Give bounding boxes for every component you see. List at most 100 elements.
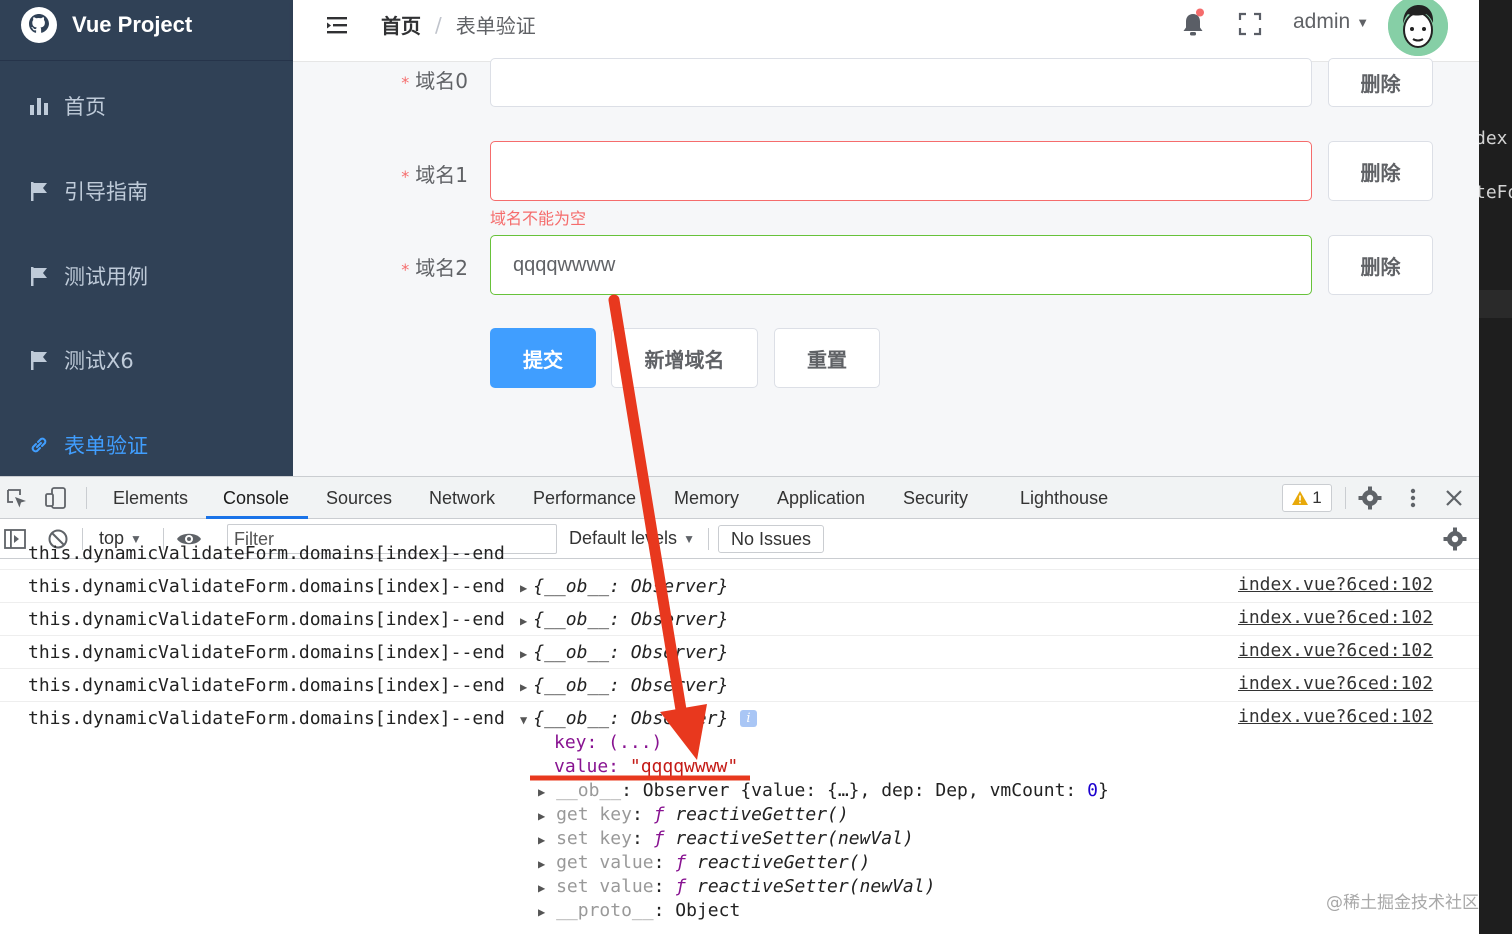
tab-sources[interactable]: Sources (326, 477, 392, 519)
expand-triangle-icon: ▶ (538, 785, 546, 799)
domain1-error-message: 域名不能为空 (490, 209, 587, 228)
device-toolbar-icon[interactable] (44, 486, 68, 510)
log-message: this.dynamicValidateForm.domains[index]-… (28, 576, 505, 597)
submit-button[interactable]: 提交 (490, 328, 596, 388)
editor-line-highlight (1479, 290, 1512, 318)
more-options-icon[interactable] (1403, 487, 1423, 509)
console-row-expanded[interactable]: this.dynamicValidateForm.domains[index]-… (0, 702, 1479, 934)
log-object-preview: {__ob__: Observer} (533, 708, 729, 729)
tab-application[interactable]: Application (777, 477, 865, 519)
tab-elements[interactable]: Elements (113, 477, 188, 519)
settings-gear-icon[interactable] (1358, 486, 1382, 510)
delete-domain1-button[interactable]: 删除 (1328, 141, 1433, 201)
proto-value: : Object (653, 900, 741, 921)
log-source-link[interactable]: index.vue?6ced:102 (1238, 640, 1433, 661)
username: admin (1293, 10, 1351, 33)
info-icon[interactable]: i (740, 710, 757, 727)
tab-memory[interactable]: Memory (674, 477, 739, 519)
delete-domain2-button[interactable]: 删除 (1328, 235, 1433, 295)
expand-triangle-icon: ▶ (538, 905, 546, 919)
sidebar-item-form-validation[interactable]: 表单验证 (28, 425, 148, 465)
warning-icon (1292, 491, 1309, 505)
expand-triangle-icon: ▶ (538, 833, 546, 847)
tab-lighthouse[interactable]: Lighthouse (1020, 477, 1108, 519)
log-source-link[interactable]: index.vue?6ced:102 (1238, 706, 1433, 727)
log-object[interactable]: ▶ {__ob__: Observer} (520, 609, 728, 630)
expand-triangle-icon: ▶ (538, 809, 546, 823)
fullscreen-icon[interactable] (1238, 12, 1262, 36)
function-glyph: ƒ (653, 828, 665, 849)
log-object[interactable]: ▼ {__ob__: Observer} (520, 708, 728, 729)
getter-key: get key (556, 804, 632, 825)
delete-domain0-button[interactable]: 删除 (1328, 58, 1433, 107)
getter-key: get value (556, 852, 654, 873)
close-icon[interactable] (1445, 489, 1463, 507)
prop-ob-rest: : Observer {value: {…}, dep: Dep, vmCoun… (621, 780, 1088, 801)
log-message: this.dynamicValidateForm.domains[index]-… (28, 642, 505, 663)
warnings-badge[interactable]: 1 (1282, 484, 1332, 512)
console-row[interactable]: this.dynamicValidateForm.domains[index]-… (0, 669, 1479, 702)
domain2-value: qqqqwwww (513, 253, 616, 276)
bell-icon[interactable] (1180, 8, 1206, 38)
console-row-partial: this.dynamicValidateForm.domains[index]-… (0, 537, 1479, 570)
breadcrumb-current: 表单验证 (455, 14, 536, 38)
tab-network[interactable]: Network (429, 477, 495, 519)
log-object[interactable]: ▶ {__ob__: Observer} (520, 576, 728, 597)
flag-icon (28, 180, 50, 202)
code-fragment: dex (1479, 128, 1508, 149)
tab-performance[interactable]: Performance (533, 477, 636, 519)
domain2-input[interactable]: qqqqwwww (490, 235, 1312, 295)
required-mark: * (401, 260, 410, 279)
console-row[interactable]: this.dynamicValidateForm.domains[index]-… (0, 570, 1479, 603)
main-content: * 域名0 删除 * 域名1 删除 域名不能为空 * 域名2 qqqqwwww 删除 … (293, 58, 1479, 476)
sidebar-divider (0, 60, 293, 61)
console-row[interactable]: this.dynamicValidateForm.domains[index]-… (0, 603, 1479, 636)
caret-down-icon: ▼ (1356, 14, 1370, 30)
prop-ob[interactable]: ▶ __ob__: Observer {value: {…}, dep: Dep… (538, 780, 1109, 801)
expand-triangle-icon: ▶ (520, 647, 528, 661)
log-message: this.dynamicValidateForm.domains[index]-… (28, 675, 505, 696)
sidebar-item-x6[interactable]: 测试X6 (28, 340, 134, 380)
tab-security[interactable]: Security (903, 477, 968, 519)
sidebar-item-guide[interactable]: 引导指南 (28, 171, 148, 211)
avatar[interactable] (1388, 0, 1448, 56)
log-source-link[interactable]: index.vue?6ced:102 (1238, 607, 1433, 628)
sidebar-item-label: 表单验证 (64, 434, 148, 458)
sidebar-item-home[interactable]: 首页 (28, 86, 106, 126)
domain0-input[interactable] (490, 58, 1312, 107)
github-icon (21, 7, 57, 43)
prop-proto[interactable]: ▶ __proto__: Object (538, 900, 740, 921)
tab-console[interactable]: Console (223, 477, 289, 519)
hamburger-icon[interactable] (326, 14, 348, 36)
prop-getter[interactable]: ▶ get value: ƒ reactiveGetter() (538, 852, 870, 873)
flag-icon (28, 349, 50, 371)
breadcrumb-home[interactable]: 首页 (381, 10, 421, 39)
console-row[interactable]: this.dynamicValidateForm.domains[index]-… (0, 636, 1479, 669)
log-source-link[interactable]: index.vue?6ced:102 (1238, 574, 1433, 595)
app-title: Vue Project (72, 12, 193, 37)
log-object[interactable]: ▶ {__ob__: Observer} (520, 675, 728, 696)
domain1-input[interactable] (490, 141, 1312, 201)
sidebar: Vue Project 首页 引导指南 测试用例 测试X6 表单验证 (0, 0, 293, 476)
field-label-text: 域名0 (415, 69, 468, 93)
expand-triangle-icon: ▶ (538, 857, 546, 871)
watermark: @稀土掘金技术社区 (1326, 893, 1479, 913)
add-domain-button[interactable]: 新增域名 (611, 328, 758, 388)
reset-button[interactable]: 重置 (774, 328, 880, 388)
log-object-preview: {__ob__: Observer} (533, 576, 729, 597)
prop-setter[interactable]: ▶ set value: ƒ reactiveSetter(newVal) (538, 876, 935, 897)
editor-strip: dex teFo (1479, 0, 1512, 934)
console-output: this.dynamicValidateForm.domains[index]-… (0, 543, 1479, 934)
log-object[interactable]: ▶ {__ob__: Observer} (520, 642, 728, 663)
log-source-link[interactable]: index.vue?6ced:102 (1238, 673, 1433, 694)
prop-getter[interactable]: ▶ get key: ƒ reactiveGetter() (538, 804, 849, 825)
sidebar-item-label: 引导指南 (64, 180, 148, 204)
setter-fn: reactiveSetter(newVal) (697, 876, 936, 897)
user-menu[interactable]: admin ▼ (1293, 10, 1369, 34)
prop-key: key: (...) (554, 732, 663, 753)
app-logo[interactable]: Vue Project (20, 4, 192, 46)
sidebar-item-testcase[interactable]: 测试用例 (28, 256, 148, 296)
prop-setter[interactable]: ▶ set key: ƒ reactiveSetter(newVal) (538, 828, 914, 849)
log-message: this.dynamicValidateForm.domains[index]-… (28, 708, 505, 729)
inspect-element-icon[interactable] (6, 488, 28, 510)
